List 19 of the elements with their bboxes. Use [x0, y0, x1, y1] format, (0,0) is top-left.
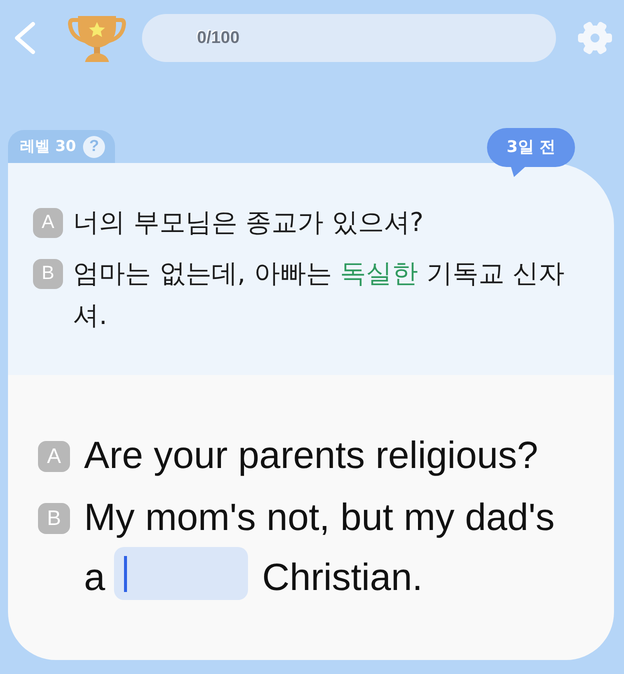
dialogue-line: Are your parents religious?: [84, 434, 540, 479]
progress-count: 0/100: [197, 28, 240, 48]
back-button[interactable]: [14, 21, 36, 55]
trophy-icon[interactable]: [68, 15, 126, 63]
speaker-badge: A: [33, 208, 63, 238]
help-button[interactable]: ?: [83, 136, 106, 158]
dialogue-text: a: [84, 556, 106, 600]
speaker-badge: B: [33, 259, 63, 289]
answer-field[interactable]: [114, 547, 248, 600]
dialogue-line: 엄마는 없는데, 아빠는 독실한 기독교 신자셔.: [73, 258, 566, 333]
dialogue-text: Christian.: [262, 556, 423, 600]
dialogue-text: My mom's not, but my dad's: [84, 496, 555, 541]
dialogue-line: 너의 부모님은 종교가 있으셔?: [73, 207, 425, 240]
settings-icon: [578, 21, 612, 55]
settings-button[interactable]: [578, 21, 612, 55]
chevron-left-icon: [14, 21, 36, 55]
speaker-badge: A: [38, 441, 70, 472]
speaker-badge: B: [38, 503, 70, 534]
level-label: 레벨 30: [20, 137, 76, 156]
